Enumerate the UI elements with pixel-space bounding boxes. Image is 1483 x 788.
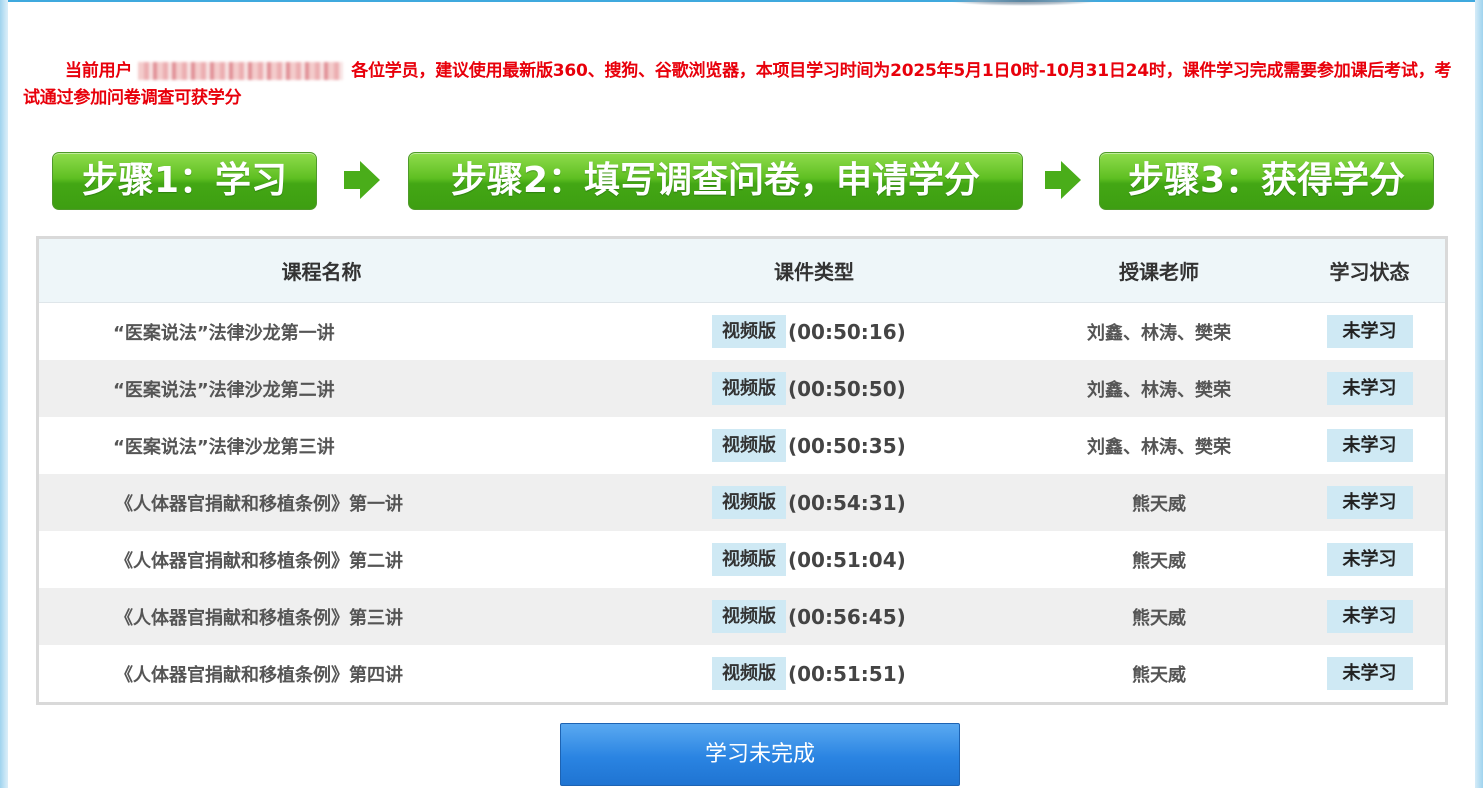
type-tag[interactable]: 视频版 — [712, 315, 786, 348]
duration: (00:51:04) — [788, 547, 906, 572]
table-row: 《人体器官捐献和移植条例》第三讲 视频版 (00:56:45) 熊天威 未学习 — [39, 588, 1445, 645]
type-tag[interactable]: 视频版 — [712, 486, 786, 519]
status-badge[interactable]: 未学习 — [1326, 600, 1413, 633]
status-cell: 未学习 — [1294, 600, 1445, 633]
course-name-link[interactable]: 《人体器官捐献和移植条例》第一讲 — [39, 490, 604, 516]
type-tag[interactable]: 视频版 — [712, 429, 786, 462]
step-1: 步骤1：学习 — [52, 152, 317, 210]
duration: (00:50:35) — [788, 433, 906, 458]
header-course-name: 课程名称 — [281, 260, 362, 284]
duration: (00:51:51) — [788, 661, 906, 686]
type-cell: 视频版 (00:54:31) — [604, 486, 1024, 519]
type-cell: 视频版 (00:50:16) — [604, 315, 1024, 348]
status-cell: 未学习 — [1294, 429, 1445, 462]
arrow-right-icon — [1045, 161, 1081, 199]
step-2: 步骤2：填写调查问卷，申请学分 — [408, 152, 1023, 210]
status-badge[interactable]: 未学习 — [1326, 486, 1413, 519]
course-name-link[interactable]: 《人体器官捐献和移植条例》第四讲 — [39, 661, 604, 687]
table-header: 课程名称 课件类型 授课老师 学习状态 — [39, 239, 1445, 303]
redacted-username — [138, 62, 344, 80]
duration: (00:56:45) — [788, 604, 906, 629]
table-row: “医案说法”法律沙龙第三讲 视频版 (00:50:35) 刘鑫、林涛、樊荣 未学习 — [39, 417, 1445, 474]
status-badge[interactable]: 未学习 — [1326, 657, 1413, 690]
teacher: 熊天威 — [1132, 493, 1186, 515]
course-name-link[interactable]: “医案说法”法律沙龙第一讲 — [39, 319, 604, 345]
status-cell: 未学习 — [1294, 372, 1445, 405]
teacher: 刘鑫、林涛、樊荣 — [1087, 436, 1231, 458]
teacher: 熊天威 — [1132, 607, 1186, 629]
table-row: “医案说法”法律沙龙第一讲 视频版 (00:50:16) 刘鑫、林涛、樊荣 未学习 — [39, 303, 1445, 360]
table-row: 《人体器官捐献和移植条例》第二讲 视频版 (00:51:04) 熊天威 未学习 — [39, 531, 1445, 588]
teacher: 刘鑫、林涛、樊荣 — [1087, 322, 1231, 344]
duration: (00:50:50) — [788, 376, 906, 401]
type-cell: 视频版 (00:50:35) — [604, 429, 1024, 462]
header-decoration — [948, 0, 1098, 6]
status-badge[interactable]: 未学习 — [1326, 543, 1413, 576]
type-tag[interactable]: 视频版 — [712, 372, 786, 405]
table-row: “医案说法”法律沙龙第二讲 视频版 (00:50:50) 刘鑫、林涛、樊荣 未学习 — [39, 360, 1445, 417]
teacher: 熊天威 — [1132, 550, 1186, 572]
type-tag[interactable]: 视频版 — [712, 657, 786, 690]
notice-prefix: 当前用户 — [65, 61, 133, 81]
type-tag[interactable]: 视频版 — [712, 600, 786, 633]
step-3: 步骤3：获得学分 — [1099, 152, 1434, 210]
table-row: 《人体器官捐献和移植条例》第四讲 视频版 (00:51:51) 熊天威 未学习 — [39, 645, 1445, 702]
status-cell: 未学习 — [1294, 486, 1445, 519]
duration: (00:50:16) — [788, 319, 906, 344]
course-table: 课程名称 课件类型 授课老师 学习状态 “医案说法”法律沙龙第一讲 视频版 (00… — [36, 236, 1448, 705]
course-name-link[interactable]: 《人体器官捐献和移植条例》第二讲 — [39, 547, 604, 573]
course-name-link[interactable]: “医案说法”法律沙龙第三讲 — [39, 433, 604, 459]
status-badge[interactable]: 未学习 — [1326, 429, 1413, 462]
header-status: 学习状态 — [1329, 260, 1410, 284]
type-cell: 视频版 (00:51:51) — [604, 657, 1024, 690]
status-cell: 未学习 — [1294, 657, 1445, 690]
type-tag[interactable]: 视频版 — [712, 543, 786, 576]
course-name-link[interactable]: 《人体器官捐献和移植条例》第三讲 — [39, 604, 604, 630]
status-badge[interactable]: 未学习 — [1326, 315, 1413, 348]
type-cell: 视频版 (00:56:45) — [604, 600, 1024, 633]
status-cell: 未学习 — [1294, 315, 1445, 348]
header-teacher: 授课老师 — [1119, 260, 1199, 284]
status-cell: 未学习 — [1294, 543, 1445, 576]
teacher: 刘鑫、林涛、樊荣 — [1087, 379, 1231, 401]
course-name-link[interactable]: “医案说法”法律沙龙第二讲 — [39, 376, 604, 402]
arrow-right-icon — [344, 161, 380, 199]
teacher: 熊天威 — [1132, 664, 1186, 686]
study-incomplete-button[interactable]: 学习未完成 — [560, 723, 960, 786]
type-cell: 视频版 (00:50:50) — [604, 372, 1024, 405]
header-type: 课件类型 — [774, 260, 854, 284]
duration: (00:54:31) — [788, 490, 906, 515]
type-cell: 视频版 (00:51:04) — [604, 543, 1024, 576]
table-row: 《人体器官捐献和移植条例》第一讲 视频版 (00:54:31) 熊天威 未学习 — [39, 474, 1445, 531]
status-badge[interactable]: 未学习 — [1326, 372, 1413, 405]
notice-text: 当前用户 各位学员，建议使用最新版360、搜狗、谷歌浏览器，本项目学习时间为202… — [23, 58, 1463, 112]
steps-bar: 步骤1：学习 步骤2：填写调查问卷，申请学分 步骤3：获得学分 — [0, 152, 1483, 210]
